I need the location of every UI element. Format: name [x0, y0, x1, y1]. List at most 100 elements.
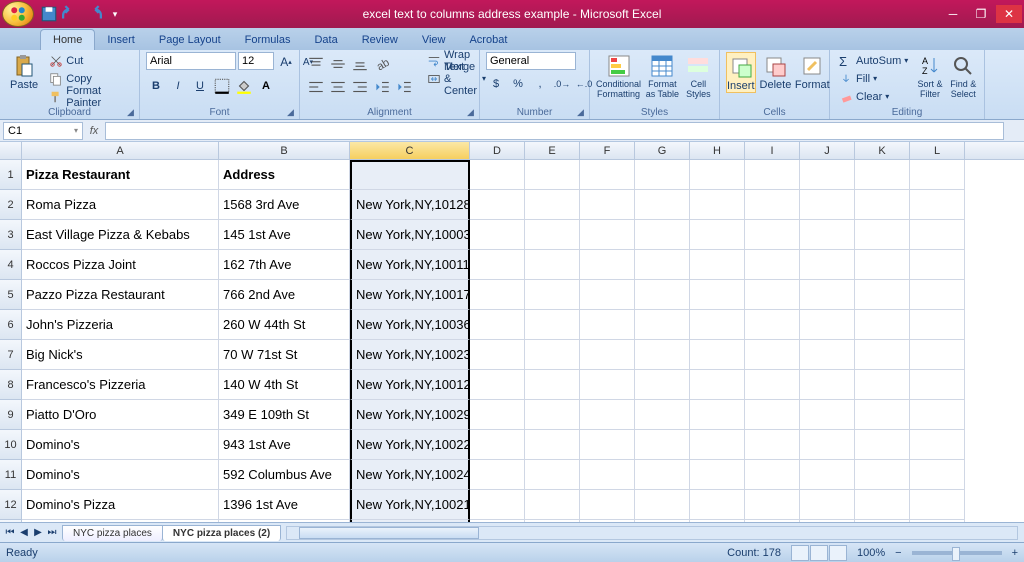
- cell-A6[interactable]: John's Pizzeria: [22, 310, 219, 340]
- cell-C2[interactable]: New York,NY,10128: [350, 190, 470, 220]
- cell-A12[interactable]: Domino's Pizza: [22, 490, 219, 520]
- view-break-icon[interactable]: [829, 545, 847, 561]
- italic-button[interactable]: I: [168, 76, 188, 96]
- cell-L4[interactable]: [910, 250, 965, 280]
- cell-F8[interactable]: [580, 370, 635, 400]
- cell-F10[interactable]: [580, 430, 635, 460]
- cell-J9[interactable]: [800, 400, 855, 430]
- cell-D2[interactable]: [470, 190, 525, 220]
- cell-F12[interactable]: [580, 490, 635, 520]
- font-size-input[interactable]: [238, 52, 274, 70]
- fx-icon[interactable]: fx: [83, 125, 105, 137]
- cell-A5[interactable]: Pazzo Pizza Restaurant: [22, 280, 219, 310]
- tab-insert[interactable]: Insert: [95, 30, 147, 50]
- cell-K8[interactable]: [855, 370, 910, 400]
- cell-G10[interactable]: [635, 430, 690, 460]
- cell-I11[interactable]: [745, 460, 800, 490]
- cell-B8[interactable]: 140 W 4th St: [219, 370, 350, 400]
- col-header-K[interactable]: K: [855, 142, 910, 159]
- align-left-icon[interactable]: [306, 77, 326, 97]
- sheet-nav-first-icon[interactable]: ⏮: [4, 527, 16, 538]
- cell-I10[interactable]: [745, 430, 800, 460]
- cell-B9[interactable]: 349 E 109th St: [219, 400, 350, 430]
- cell-L2[interactable]: [910, 190, 965, 220]
- cell-H9[interactable]: [690, 400, 745, 430]
- cell-K11[interactable]: [855, 460, 910, 490]
- grow-font-icon[interactable]: A▴: [276, 52, 296, 72]
- cell-B6[interactable]: 260 W 44th St: [219, 310, 350, 340]
- cell-I7[interactable]: [745, 340, 800, 370]
- cell-E3[interactable]: [525, 220, 580, 250]
- qat-customize-icon[interactable]: ▾: [106, 5, 124, 23]
- cell-L13[interactable]: [910, 520, 965, 522]
- cell-J7[interactable]: [800, 340, 855, 370]
- row-header[interactable]: 8: [0, 370, 22, 400]
- cell-E1[interactable]: [525, 160, 580, 190]
- col-header-J[interactable]: J: [800, 142, 855, 159]
- cell-G11[interactable]: [635, 460, 690, 490]
- cell-I1[interactable]: [745, 160, 800, 190]
- cut-button[interactable]: Cut: [46, 52, 133, 69]
- cell-L5[interactable]: [910, 280, 965, 310]
- cell-B12[interactable]: 1396 1st Ave: [219, 490, 350, 520]
- underline-button[interactable]: U: [190, 76, 210, 96]
- cell-F11[interactable]: [580, 460, 635, 490]
- cell-I6[interactable]: [745, 310, 800, 340]
- cell-I12[interactable]: [745, 490, 800, 520]
- cell-L8[interactable]: [910, 370, 965, 400]
- cell-B4[interactable]: 162 7th Ave: [219, 250, 350, 280]
- cell-E8[interactable]: [525, 370, 580, 400]
- cell-J13[interactable]: [800, 520, 855, 522]
- delete-cell-button[interactable]: Delete: [760, 52, 792, 91]
- cell-J3[interactable]: [800, 220, 855, 250]
- cell-E10[interactable]: [525, 430, 580, 460]
- cell-E5[interactable]: [525, 280, 580, 310]
- view-layout-icon[interactable]: [810, 545, 828, 561]
- tab-home[interactable]: Home: [40, 29, 95, 50]
- cell-C4[interactable]: New York,NY,10011: [350, 250, 470, 280]
- cell-I2[interactable]: [745, 190, 800, 220]
- cell-D7[interactable]: [470, 340, 525, 370]
- cell-J4[interactable]: [800, 250, 855, 280]
- row-header[interactable]: 5: [0, 280, 22, 310]
- redo-icon[interactable]: [84, 5, 102, 23]
- cell-F9[interactable]: [580, 400, 635, 430]
- sheet-nav-next-icon[interactable]: ▶: [32, 527, 44, 538]
- cell-J8[interactable]: [800, 370, 855, 400]
- orientation-icon[interactable]: ab: [372, 54, 392, 74]
- cell-E4[interactable]: [525, 250, 580, 280]
- cell-H10[interactable]: [690, 430, 745, 460]
- cell-K6[interactable]: [855, 310, 910, 340]
- cell-I13[interactable]: [745, 520, 800, 522]
- cell-D4[interactable]: [470, 250, 525, 280]
- cell-A7[interactable]: Big Nick's: [22, 340, 219, 370]
- tab-view[interactable]: View: [410, 30, 458, 50]
- cell-C12[interactable]: New York,NY,10021: [350, 490, 470, 520]
- cell-G6[interactable]: [635, 310, 690, 340]
- cell-A1[interactable]: Pizza Restaurant: [22, 160, 219, 190]
- cell-A4[interactable]: Roccos Pizza Joint: [22, 250, 219, 280]
- office-button[interactable]: [2, 1, 34, 27]
- cell-F13[interactable]: [580, 520, 635, 522]
- cell-F2[interactable]: [580, 190, 635, 220]
- cell-D10[interactable]: [470, 430, 525, 460]
- cell-B7[interactable]: 70 W 71st St: [219, 340, 350, 370]
- cell-L1[interactable]: [910, 160, 965, 190]
- restore-button[interactable]: ❐: [968, 5, 994, 23]
- col-header-B[interactable]: B: [219, 142, 350, 159]
- row-header[interactable]: 2: [0, 190, 22, 220]
- cell-H6[interactable]: [690, 310, 745, 340]
- name-box[interactable]: C1▾: [3, 122, 83, 140]
- cell-E12[interactable]: [525, 490, 580, 520]
- cell-B2[interactable]: 1568 3rd Ave: [219, 190, 350, 220]
- alignment-launcher-icon[interactable]: ◢: [467, 107, 477, 117]
- col-header-I[interactable]: I: [745, 142, 800, 159]
- format-painter-button[interactable]: Format Painter: [46, 88, 133, 105]
- cell-C7[interactable]: New York,NY,10023: [350, 340, 470, 370]
- cell-A11[interactable]: Domino's: [22, 460, 219, 490]
- sheet-tab-1[interactable]: NYC pizza places (2): [162, 525, 281, 541]
- cell-K10[interactable]: [855, 430, 910, 460]
- row-header[interactable]: 12: [0, 490, 22, 520]
- cell-C11[interactable]: New York,NY,10024: [350, 460, 470, 490]
- cell-H7[interactable]: [690, 340, 745, 370]
